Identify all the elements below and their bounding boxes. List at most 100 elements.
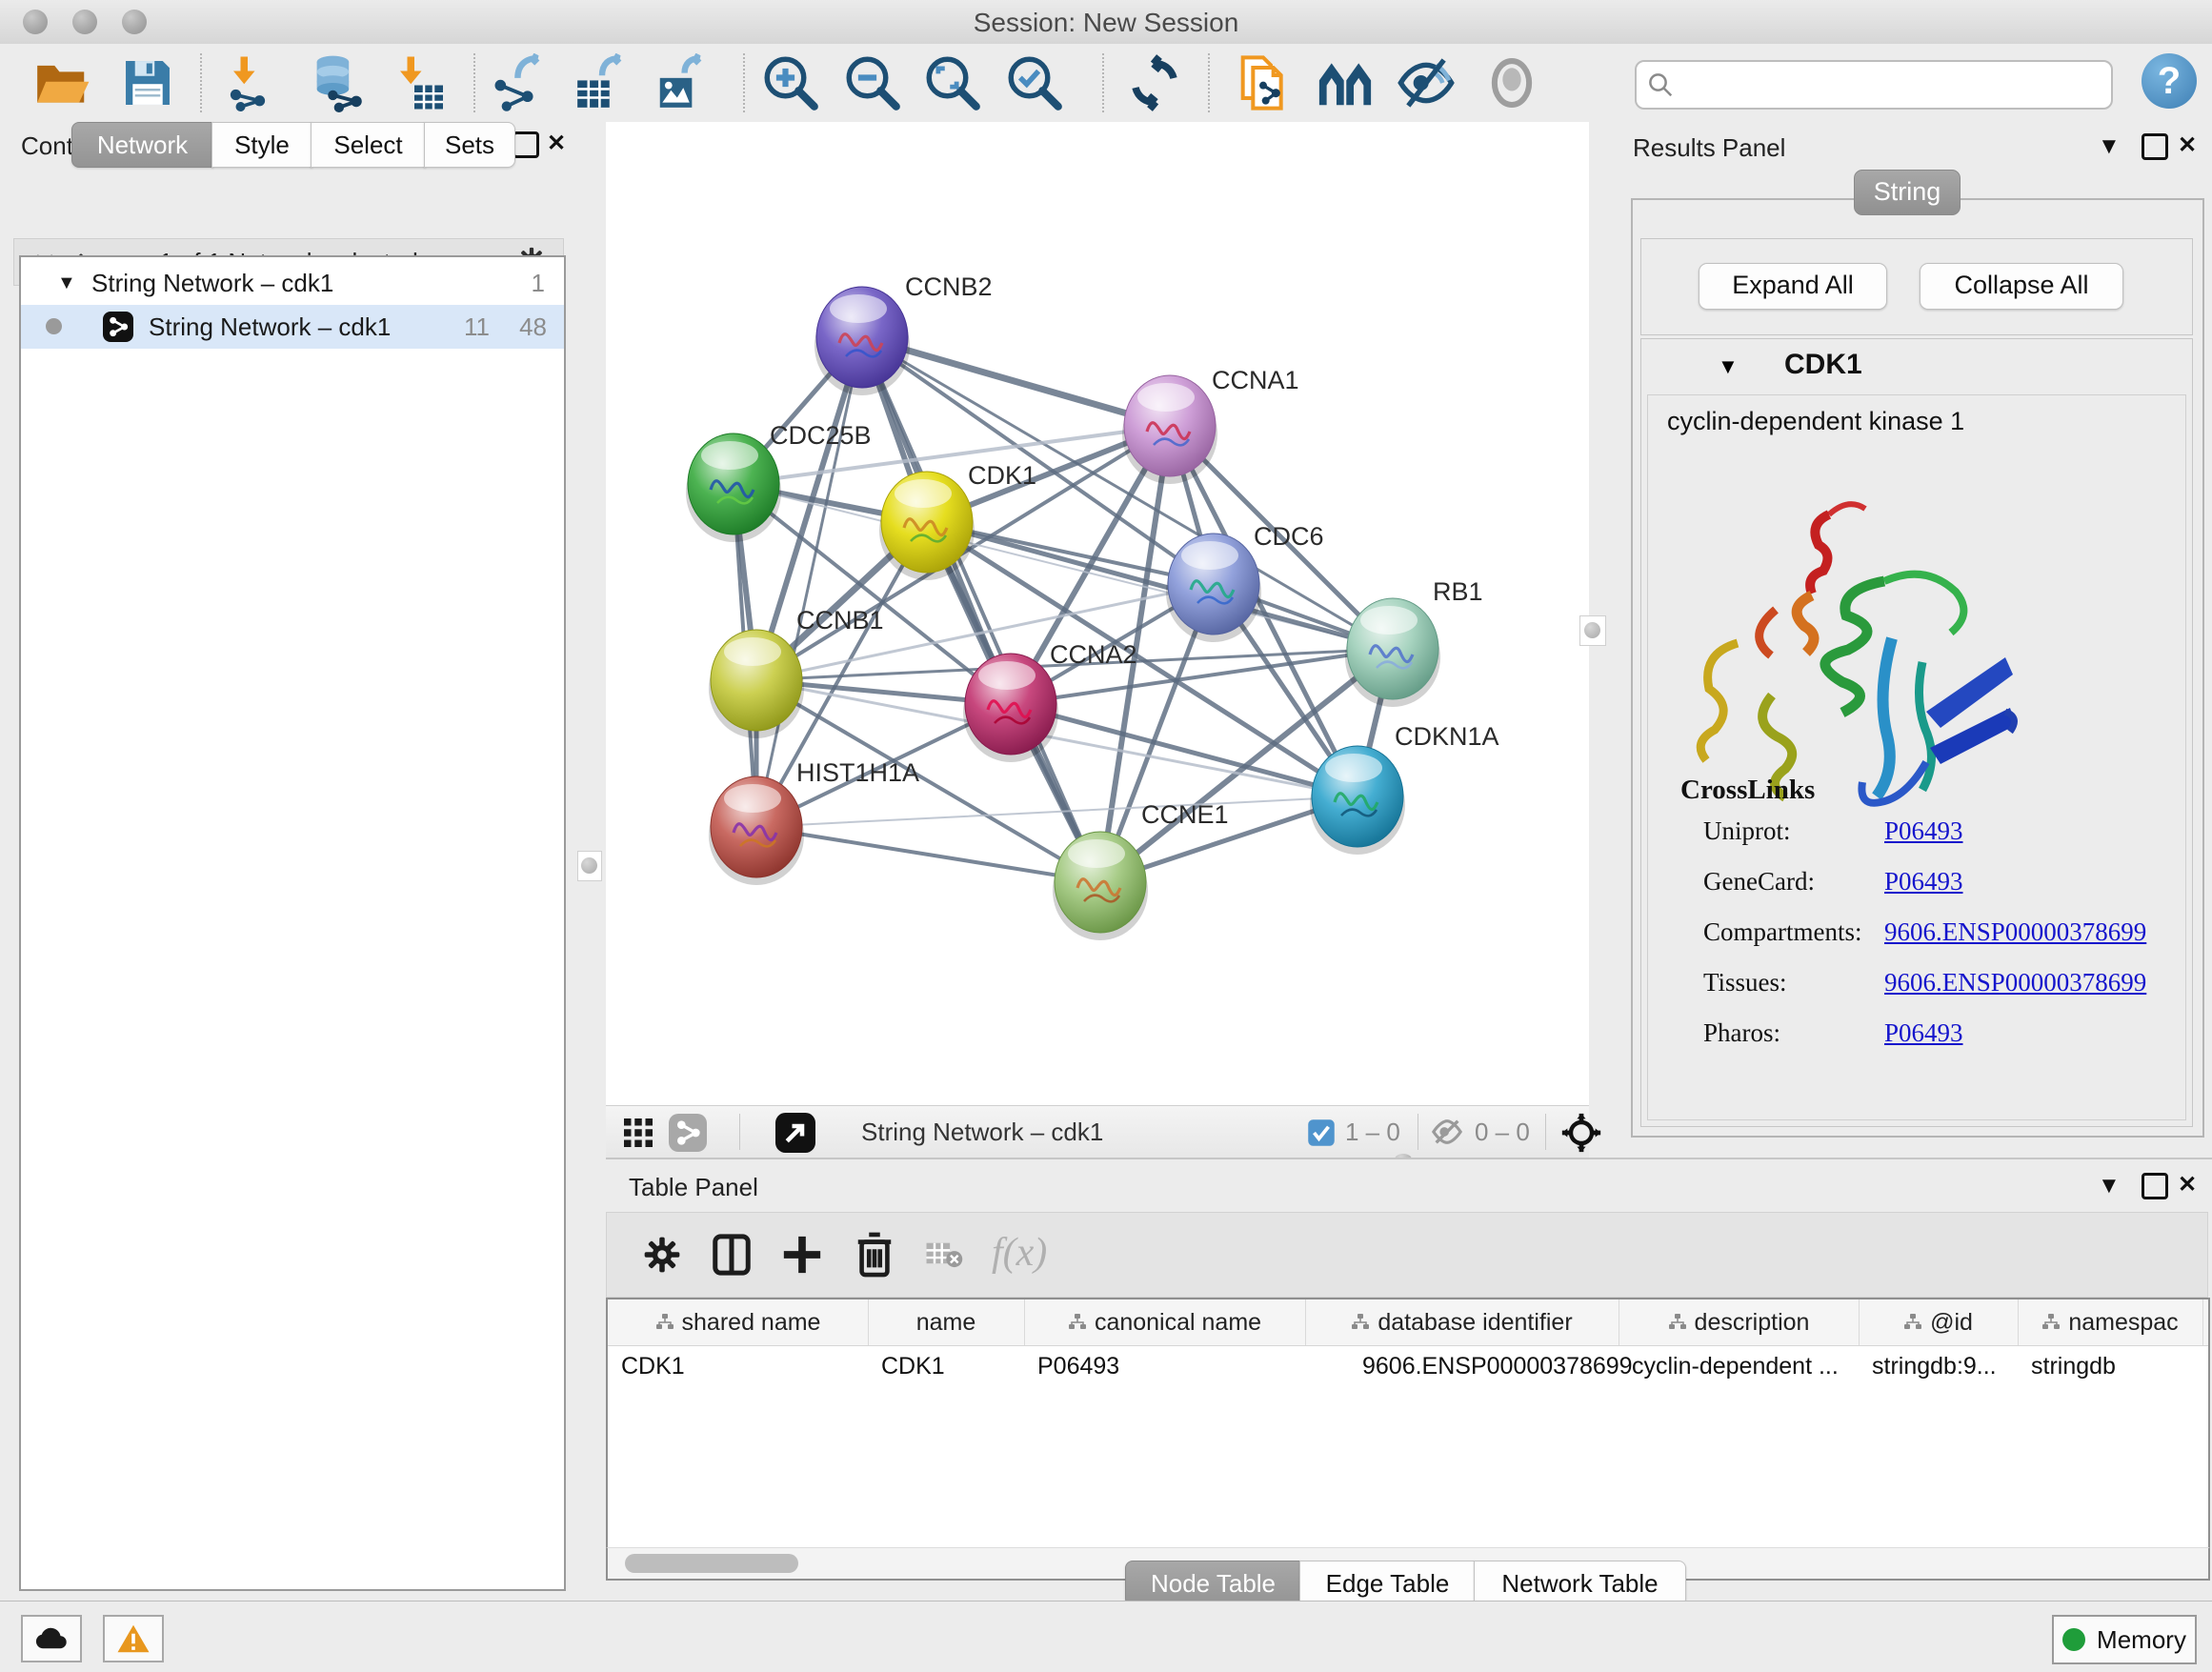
export-table-icon[interactable] [573,53,632,112]
zoom-fit-icon[interactable] [921,51,984,114]
tab-network-table[interactable]: Network Table [1474,1561,1686,1606]
splitter-handle[interactable] [1579,615,1606,646]
control-panel-float-icon[interactable] [513,131,539,158]
network-node-CCNB1[interactable] [709,630,804,738]
search-input[interactable] [1680,66,2103,102]
table-cell[interactable]: P06493 [1024,1345,1305,1387]
hidden-eye-icon[interactable] [1431,1118,1463,1146]
column-header--id[interactable]: @id [1859,1299,2019,1345]
cloud-status-button[interactable] [21,1615,82,1662]
zoom-out-icon[interactable] [841,51,904,114]
column-header-namespac[interactable]: namespac [2018,1299,2203,1345]
gene-disclosure-icon[interactable]: ▼ [1718,354,1739,379]
network-node-CCNA1[interactable] [1122,375,1217,484]
table-gear-icon[interactable] [641,1234,683,1276]
crosslink-row: Tissues:9606.ENSP00000378699 [1703,968,2170,997]
show-graphics-icon[interactable] [1484,55,1539,111]
column-header-shared-name[interactable]: shared name [608,1299,869,1345]
right-splitter[interactable] [1589,122,1621,1158]
show-columns-icon[interactable] [710,1232,754,1278]
left-splitter[interactable] [585,122,606,1601]
import-network-file-icon[interactable] [224,54,281,111]
results-panel-float-icon[interactable] [2142,133,2168,160]
table-panel-close-icon[interactable]: ✕ [2178,1171,2197,1199]
network-node-CDC25B[interactable] [686,433,781,542]
crosslink-link[interactable]: P06493 [1884,1018,1963,1048]
table-panel: Table Panel ▼ ✕ f(x) shared namenamecano… [606,1158,2212,1602]
splitter-handle[interactable] [577,851,602,881]
network-node-CDKN1A[interactable] [1310,746,1405,855]
tab-string[interactable]: String [1854,170,1961,215]
save-session-icon[interactable] [120,55,175,111]
network-node-CCNE1[interactable] [1053,832,1148,940]
table-cell[interactable]: 9606.ENSP00000378699 [1305,1345,1619,1387]
network-node-HIST1H1A[interactable] [709,776,804,885]
zoom-in-icon[interactable] [759,51,822,114]
memory-button[interactable]: Memory [2052,1615,2197,1664]
refresh-icon[interactable] [1126,54,1183,111]
tab-style[interactable]: Style [211,122,312,168]
shared-column-icon [1903,1313,1922,1332]
column-header-description[interactable]: description [1619,1299,1860,1345]
control-panel-close-icon[interactable]: ✕ [547,130,566,157]
hscrollbar-thumb[interactable] [625,1554,798,1573]
network-node-CDK1[interactable] [879,472,975,580]
table-header-row: shared namenamecanonical namedatabase id… [608,1299,2208,1346]
add-column-icon[interactable] [780,1232,824,1278]
crosslink-link[interactable]: 9606.ENSP00000378699 [1884,917,2146,947]
network-type-icon [103,312,133,342]
table-cell[interactable]: stringdb:9... [1859,1345,2018,1387]
table-cell[interactable]: stringdb [2018,1345,2202,1387]
tab-node-table[interactable]: Node Table [1125,1561,1301,1606]
column-label: @id [1930,1309,1973,1337]
crosslink-label: Pharos: [1703,1018,1884,1048]
disclosure-triangle-icon[interactable]: ▼ [57,261,76,305]
tab-sets[interactable]: Sets [424,122,515,168]
results-panel-collapse-icon[interactable]: ▼ [2098,133,2121,160]
tab-edge-table[interactable]: Edge Table [1299,1561,1476,1606]
table-cell[interactable]: CDK1 [608,1345,868,1387]
column-header-canonical-name[interactable]: canonical name [1024,1299,1306,1345]
network-row[interactable]: String Network – cdk1 11 48 [21,305,564,349]
table-panel-collapse-icon[interactable]: ▼ [2098,1173,2121,1199]
collapse-all-button[interactable]: Collapse All [1920,263,2123,310]
birds-eye-view-icon[interactable] [1560,1112,1602,1154]
results-panel-close-icon[interactable]: ✕ [2178,131,2197,159]
network-node-CDC6[interactable] [1166,534,1261,642]
crosslink-link[interactable]: 9606.ENSP00000378699 [1884,968,2146,997]
network-node-RB1[interactable] [1345,598,1440,707]
network-overview-icon[interactable] [1316,53,1375,112]
shared-column-icon [1068,1313,1087,1332]
grid-view-icon[interactable] [621,1116,655,1150]
delete-column-icon[interactable] [853,1230,896,1279]
open-session-icon[interactable] [32,53,91,112]
network-canvas[interactable]: CCNB2CCNA1CDC25BCDK1CDC6RB1CCNB1CCNA2CDK… [606,122,1589,1105]
export-image-icon[interactable] [653,53,712,112]
column-header-name[interactable]: name [868,1299,1025,1345]
crosslinks-heading: CrossLinks [1680,775,1815,806]
warning-status-button[interactable] [103,1615,164,1662]
duplicate-network-icon[interactable] [1233,52,1294,113]
table-cell[interactable]: cyclin-dependent ... [1619,1345,1859,1387]
zoom-selected-icon[interactable] [1003,51,1066,114]
selected-checkbox-icon[interactable] [1307,1118,1336,1147]
tab-network[interactable]: Network [71,122,213,168]
hide-graphics-icon[interactable] [1396,52,1457,113]
tab-select[interactable]: Select [311,122,426,168]
open-in-window-icon[interactable] [775,1113,815,1153]
import-network-database-icon[interactable] [306,53,365,112]
network-node-CCNA2[interactable] [963,654,1058,762]
crosslink-link[interactable]: P06493 [1884,816,1963,846]
protein-structure-image[interactable] [1677,462,2039,824]
export-network-icon[interactable] [491,53,550,112]
table-panel-float-icon[interactable] [2142,1173,2168,1199]
network-view-icon[interactable] [669,1114,707,1152]
network-node-CCNB2[interactable] [814,287,910,395]
import-table-icon[interactable] [391,54,448,111]
crosslink-link[interactable]: P06493 [1884,867,1963,896]
network-collection-row[interactable]: ▼ String Network – cdk1 1 [21,261,564,305]
help-icon[interactable]: ? [2142,53,2197,109]
table-cell[interactable]: CDK1 [868,1345,1024,1387]
column-header-database-identifier[interactable]: database identifier [1305,1299,1619,1345]
expand-all-button[interactable]: Expand All [1699,263,1887,310]
